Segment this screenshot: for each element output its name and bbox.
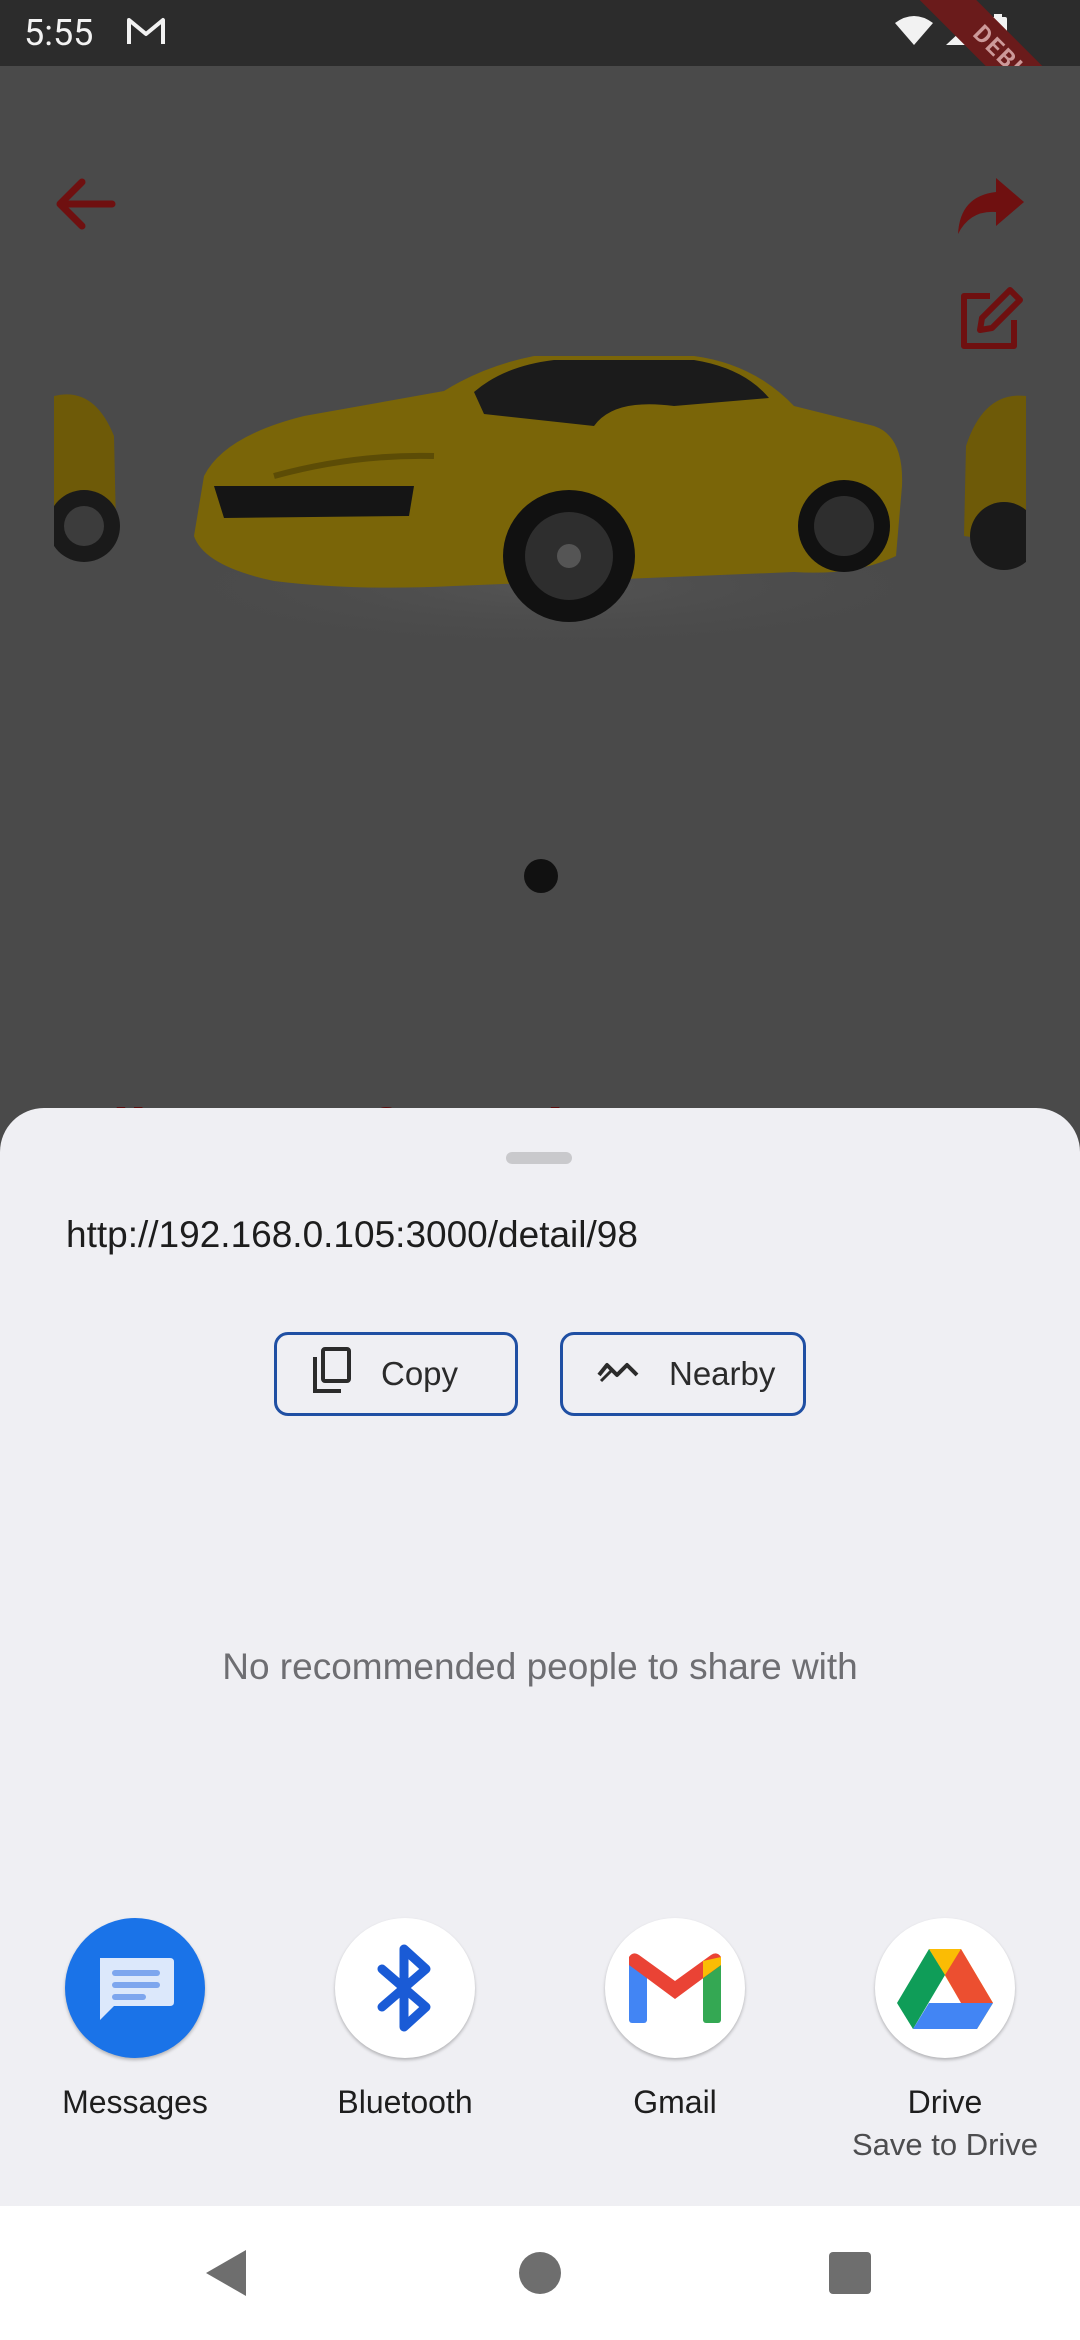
status-bar: 5:55 DEBUG	[0, 0, 1080, 167]
nearby-label: Nearby	[669, 1355, 776, 1392]
nearby-icon	[597, 1355, 639, 1393]
home-icon	[519, 2252, 561, 2294]
back-arrow-icon[interactable]	[52, 176, 116, 236]
bluetooth-icon	[335, 1918, 475, 2058]
carousel-page-indicator	[524, 859, 558, 893]
messages-icon	[65, 1918, 205, 2058]
share-app-sublabel: Save to Drive	[851, 2127, 1039, 2162]
share-app-bluetooth[interactable]: Bluetooth	[270, 1918, 540, 2121]
share-app-label: Messages	[62, 2084, 208, 2120]
copy-button[interactable]: Copy	[274, 1332, 518, 1416]
share-app-label: Drive	[907, 2084, 983, 2120]
share-app-label: Bluetooth	[337, 2084, 473, 2120]
share-app-gmail[interactable]: Gmail	[540, 1918, 810, 2121]
gmail-icon	[605, 1918, 745, 2058]
drive-icon	[875, 1918, 1015, 2058]
share-app-messages[interactable]: Messages	[0, 1918, 270, 2121]
nearby-button[interactable]: Nearby	[560, 1332, 806, 1416]
nav-back-button[interactable]	[166, 2206, 286, 2340]
image-carousel[interactable]	[54, 336, 1026, 686]
share-app-drive[interactable]: Drive Save to Drive	[810, 1918, 1080, 2163]
share-sheet: http://192.168.0.105:3000/detail/98 Copy…	[0, 1108, 1080, 2206]
sheet-drag-handle[interactable]	[506, 1152, 572, 1164]
recents-icon	[829, 2252, 871, 2294]
share-app-label: Gmail	[633, 2084, 717, 2120]
share-app-list: Messages Bluetooth Gmail Drive Save to D…	[0, 1918, 1080, 2178]
gmail-notification-icon	[126, 14, 166, 52]
status-time: 5:55	[24, 12, 94, 54]
nav-recents-button[interactable]	[790, 2206, 910, 2340]
nav-home-button[interactable]	[480, 2206, 600, 2340]
navigation-bar	[0, 2206, 1080, 2340]
car-image	[54, 356, 1026, 656]
no-recommendations-text: No recommended people to share with	[222, 1646, 858, 1687]
back-icon	[206, 2250, 246, 2296]
copy-icon	[311, 1347, 351, 1401]
wifi-icon	[895, 16, 933, 45]
share-url: http://192.168.0.105:3000/detail/98	[66, 1214, 638, 1255]
copy-label: Copy	[381, 1355, 459, 1392]
share-icon[interactable]	[956, 176, 1026, 240]
